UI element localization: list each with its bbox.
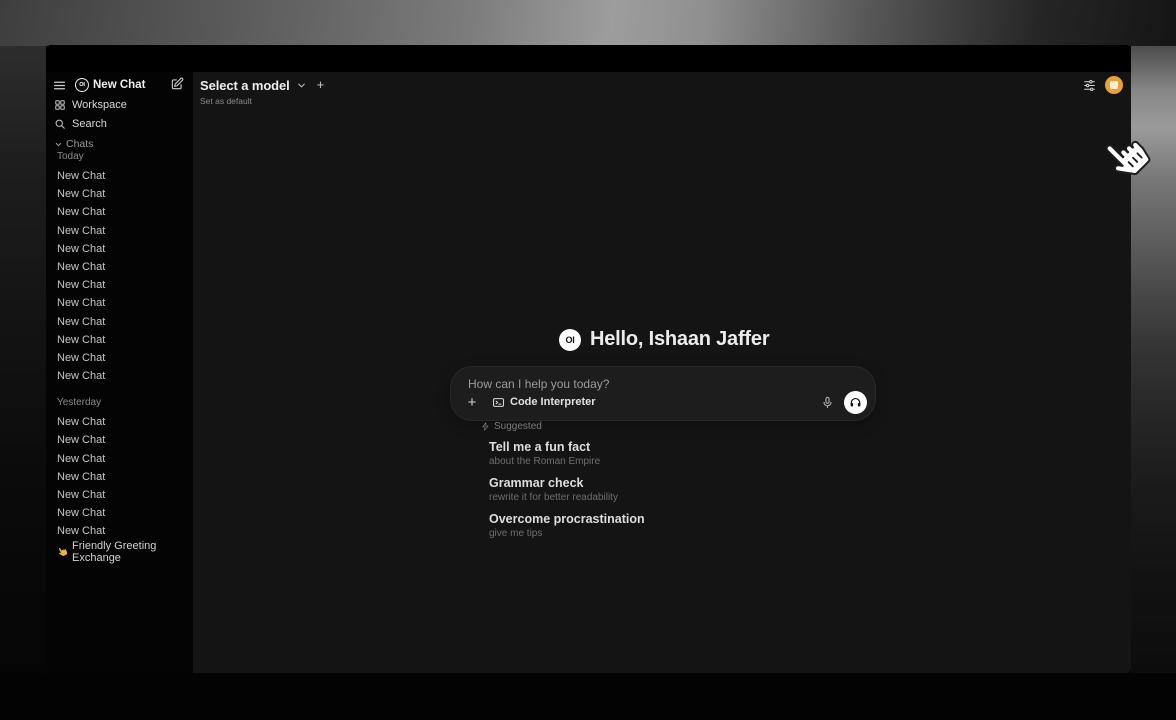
app-window: OI New Chat Workspace Search — [46, 45, 1131, 673]
desktop-background-left — [0, 46, 46, 674]
chat-list-item[interactable]: New Chat — [46, 450, 193, 468]
desktop-background-top — [0, 0, 1176, 46]
sliders-icon[interactable] — [1083, 79, 1096, 92]
chat-group-today: Today New ChatNew ChatNew ChatNew ChatNe… — [46, 149, 193, 385]
chat-list-item[interactable]: New Chat — [46, 504, 193, 522]
chat-list-item[interactable]: New Chat — [46, 276, 193, 294]
microphone-icon[interactable] — [821, 396, 834, 409]
suggested-prompt-subtitle: rewrite it for better readability — [489, 491, 881, 504]
suggested-label: Suggested — [494, 421, 542, 432]
chat-group-label: Today — [46, 149, 193, 163]
bolt-icon — [481, 422, 490, 431]
app-logo: OI — [559, 329, 581, 351]
chat-list-item[interactable]: New Chat — [46, 185, 193, 203]
headphones-icon — [849, 396, 862, 409]
suggested-prompt-title: Grammar check — [489, 476, 881, 491]
desktop-background-right — [1131, 46, 1176, 674]
topbar-right-icons — [1083, 76, 1123, 94]
add-model-button[interactable]: + — [317, 79, 325, 91]
chat-list-item[interactable]: New Chat — [46, 331, 193, 349]
attach-button[interactable]: + — [462, 392, 482, 412]
voice-call-button[interactable] — [844, 391, 867, 414]
input-toolbar: + Code Interpreter — [462, 390, 867, 414]
chat-group-yesterday: Yesterday New ChatNew ChatNew ChatNew Ch… — [46, 395, 193, 540]
suggested-prompts: Suggested Tell me a fun fact about the R… — [481, 421, 881, 540]
suggested-prompt[interactable]: Overcome procrastination give me tips — [481, 512, 881, 540]
chat-list-item[interactable]: New Chat — [46, 468, 193, 486]
chat-list-item[interactable]: New Chat — [46, 413, 193, 431]
model-selector-label: Select a model — [200, 78, 290, 93]
desktop: OI New Chat Workspace Search — [0, 0, 1176, 720]
chat-list-item-named[interactable]: Friendly Greeting Exchange — [46, 543, 193, 561]
chevron-down-icon — [54, 140, 63, 149]
chat-list-item[interactable]: New Chat — [46, 431, 193, 449]
wave-hand-icon — [57, 546, 68, 557]
chat-list-item[interactable]: New Chat — [46, 349, 193, 367]
prompt-input-card: How can I help you today? + Code Interpr… — [450, 366, 876, 421]
terminal-icon — [492, 396, 505, 409]
sidebar-item-label: Workspace — [72, 99, 127, 111]
chat-list-yesterday: New ChatNew ChatNew ChatNew ChatNew Chat… — [46, 413, 193, 540]
greeting: OI Hello, Ishaan Jaffer — [559, 328, 769, 351]
suggested-prompt[interactable]: Grammar check rewrite it for better read… — [481, 476, 881, 504]
app-logo: OI — [75, 78, 89, 92]
sidebar-item-workspace[interactable]: Workspace — [46, 97, 193, 113]
sidebar-header: OI New Chat — [46, 76, 193, 94]
grid-icon — [54, 99, 66, 111]
set-default-link[interactable]: Set as default — [200, 96, 252, 106]
chat-list-today: New ChatNew ChatNew ChatNew ChatNew Chat… — [46, 167, 193, 385]
chat-group-label: Yesterday — [46, 395, 193, 409]
model-selector[interactable]: Select a model + — [200, 76, 324, 94]
suggested-prompt-subtitle: about the Roman Empire — [489, 455, 881, 468]
window-titlebar — [46, 45, 1131, 72]
chat-history: Today New ChatNew ChatNew ChatNew ChatNe… — [46, 149, 193, 561]
new-chat-icon[interactable] — [170, 77, 184, 91]
chat-list-item[interactable]: New Chat — [46, 222, 193, 240]
code-interpreter-label: Code Interpreter — [510, 396, 596, 408]
suggested-header: Suggested — [481, 421, 881, 432]
chat-list-item[interactable]: New Chat — [46, 486, 193, 504]
desktop-background-bottom — [0, 673, 1176, 720]
chat-list-item-label: Friendly Greeting Exchange — [72, 540, 193, 564]
chat-list-item[interactable]: New Chat — [46, 313, 193, 331]
sidebar: OI New Chat Workspace Search — [46, 45, 193, 673]
sidebar-item-label: Search — [72, 118, 107, 130]
chevron-down-icon — [296, 80, 307, 91]
prompt-input[interactable]: How can I help you today? — [468, 377, 609, 391]
greeting-text: Hello, Ishaan Jaffer — [590, 328, 769, 351]
code-interpreter-toggle[interactable]: Code Interpreter — [492, 396, 596, 409]
chat-list-item[interactable]: New Chat — [46, 367, 193, 385]
sidebar-title: New Chat — [93, 79, 145, 91]
chat-list-item[interactable]: New Chat — [46, 240, 193, 258]
user-avatar[interactable] — [1105, 76, 1123, 94]
chat-list-item[interactable]: New Chat — [46, 203, 193, 221]
search-icon — [54, 118, 66, 130]
suggested-prompt[interactable]: Tell me a fun fact about the Roman Empir… — [481, 440, 881, 468]
suggested-prompt-subtitle: give me tips — [489, 527, 881, 540]
chat-list-item[interactable]: New Chat — [46, 522, 193, 540]
chat-list-item[interactable]: New Chat — [46, 294, 193, 312]
suggested-prompt-title: Overcome procrastination — [489, 512, 881, 527]
suggested-prompt-title: Tell me a fun fact — [489, 440, 881, 455]
chat-list-item[interactable]: New Chat — [46, 258, 193, 276]
sidebar-toggle-icon[interactable] — [53, 79, 66, 92]
chat-list-item[interactable]: New Chat — [46, 167, 193, 185]
sidebar-item-search[interactable]: Search — [46, 116, 193, 132]
